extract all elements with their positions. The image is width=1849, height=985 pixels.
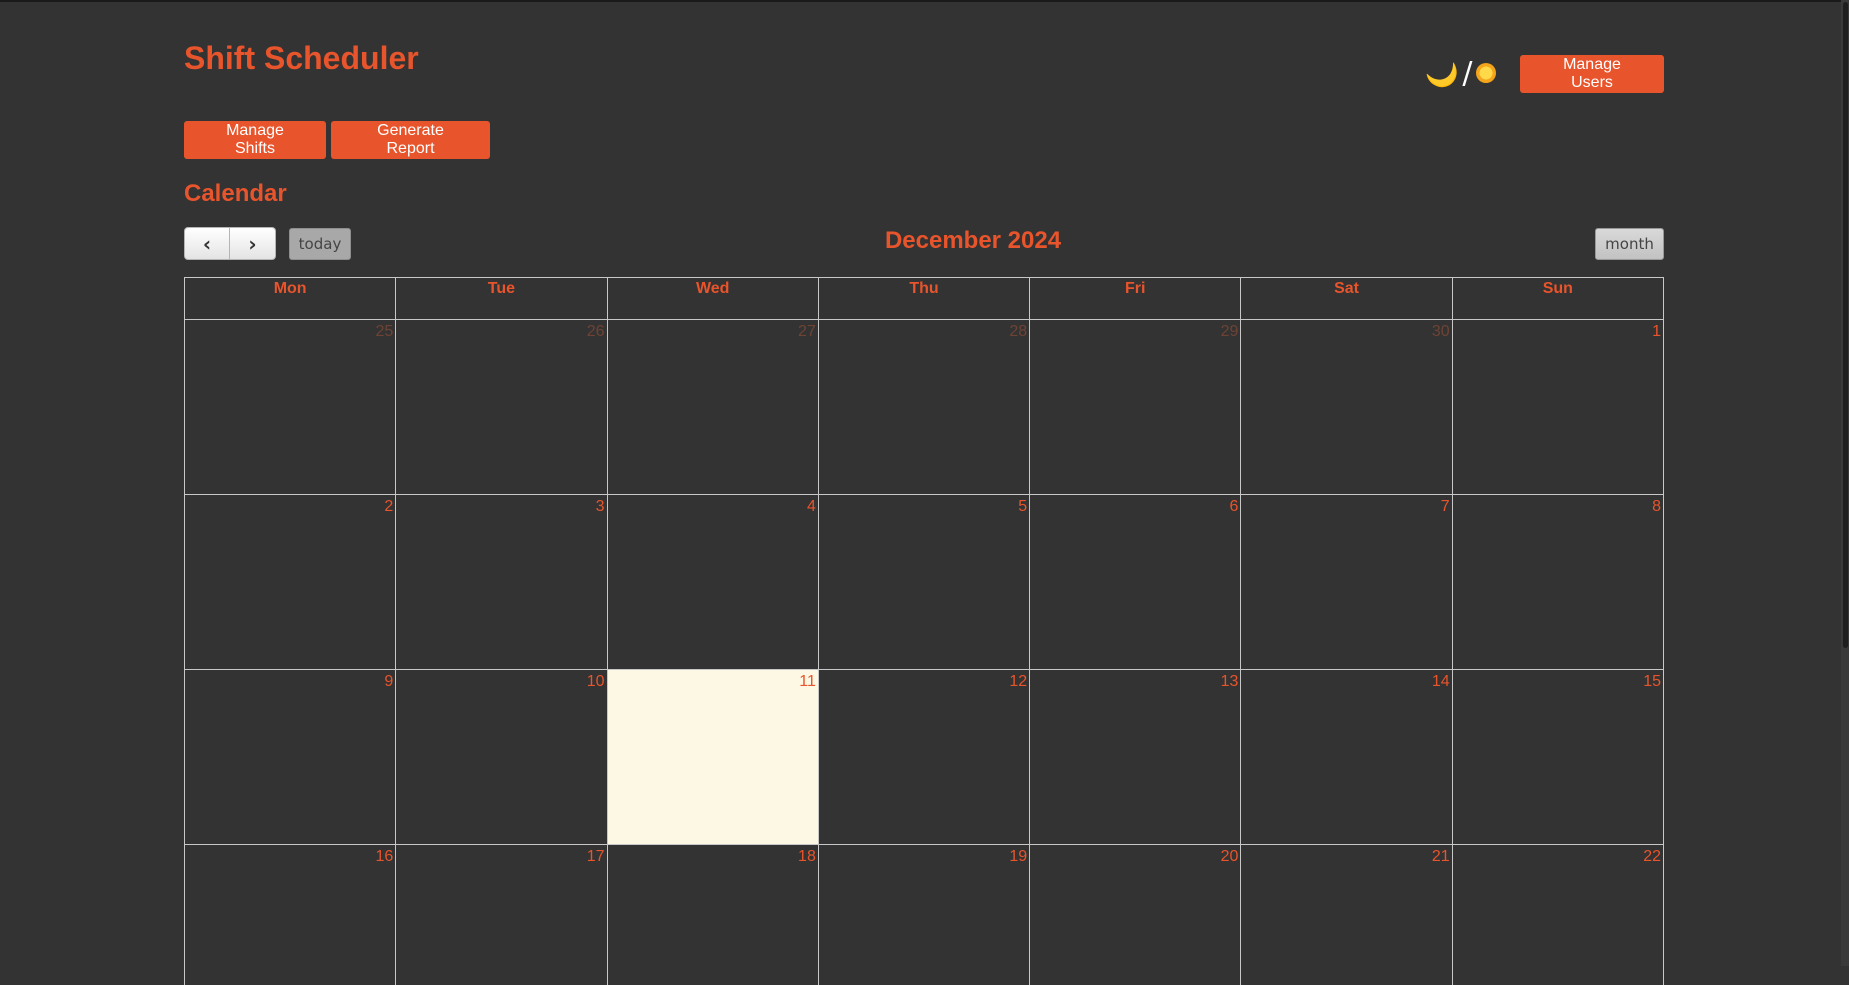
calendar-day-cell[interactable]: 30	[1240, 319, 1453, 495]
theme-toggle[interactable]: 🌙 /	[1422, 53, 1497, 92]
calendar-day-cell[interactable]: 15	[1451, 669, 1665, 845]
prev-month-button[interactable]: ‹	[184, 227, 230, 260]
calendar-day-cell[interactable]: 7	[1240, 494, 1453, 670]
calendar-day-cell[interactable]: 4	[606, 494, 819, 670]
sun-icon	[1476, 63, 1497, 83]
top-border	[0, 0, 1849, 2]
calendar-day-cell[interactable]: 13	[1029, 669, 1242, 845]
month-view-button[interactable]: month	[1595, 228, 1664, 260]
day-number: 26	[586, 323, 605, 340]
day-number: 7	[1440, 498, 1450, 515]
week-row: 9 10 11 12 13 14 15	[183, 669, 1665, 845]
calendar-nav-group: ‹ ›	[184, 227, 276, 260]
week-row: 25 26 27 28 29 30 1	[183, 319, 1665, 495]
day-number: 3	[595, 498, 605, 515]
weekday-header: Mon	[183, 277, 397, 320]
day-number: 22	[1643, 848, 1661, 865]
calendar-day-cell[interactable]: 29	[1029, 319, 1242, 495]
calendar-day-cell[interactable]: 9	[183, 669, 397, 845]
calendar-grid: Mon Tue Wed Thu Fri Sat Sun 25 26 27 28 …	[183, 277, 1665, 985]
theme-separator: /	[1462, 55, 1473, 91]
calendar-title: December 2024	[884, 227, 1062, 254]
calendar-day-cell[interactable]: 2	[183, 494, 397, 670]
calendar-day-cell[interactable]: 18	[606, 844, 819, 985]
weekday-header: Tue	[395, 277, 608, 320]
calendar-day-cell[interactable]: 8	[1451, 494, 1665, 670]
day-number: 13	[1220, 673, 1239, 690]
page-scrollbar[interactable]	[1841, 0, 1849, 966]
day-number: 2	[384, 498, 394, 515]
today-button[interactable]: today	[289, 228, 351, 260]
calendar-day-cell[interactable]: 21	[1240, 844, 1453, 985]
calendar-section-title: Calendar	[184, 180, 287, 207]
weekday-header: Wed	[606, 277, 819, 320]
generate-report-button[interactable]: Generate Report	[331, 121, 490, 159]
day-number: 29	[1220, 323, 1239, 340]
calendar-day-cell[interactable]: 17	[395, 844, 608, 985]
day-number: 6	[1229, 498, 1239, 515]
day-number: 10	[586, 673, 605, 690]
week-row: 16 17 18 19 20 21 22	[183, 844, 1665, 985]
day-number: 27	[798, 323, 816, 340]
day-number: 21	[1431, 848, 1450, 865]
day-number: 1	[1652, 323, 1661, 340]
weekday-header: Thu	[817, 277, 1031, 320]
day-number: 25	[375, 323, 394, 340]
calendar-day-cell[interactable]: 25	[183, 319, 397, 495]
moon-icon: 🌙	[1422, 52, 1463, 93]
calendar-day-cell[interactable]: 6	[1029, 494, 1242, 670]
day-number: 11	[799, 673, 816, 690]
scrollbar-thumb[interactable]	[1843, 2, 1848, 648]
day-number: 14	[1431, 673, 1450, 690]
calendar-day-cell-today[interactable]: 11	[606, 669, 819, 845]
calendar-day-cell[interactable]: 28	[817, 319, 1031, 495]
day-number: 5	[1018, 498, 1028, 515]
calendar-day-cell[interactable]: 10	[395, 669, 608, 845]
week-row: 2 3 4 5 6 7 8	[183, 494, 1665, 670]
day-number: 20	[1220, 848, 1239, 865]
day-number: 28	[1009, 323, 1028, 340]
chevron-right-icon: ›	[248, 231, 257, 256]
day-number: 16	[375, 848, 394, 865]
weekday-header: Sun	[1451, 277, 1665, 320]
day-number: 17	[586, 848, 605, 865]
calendar-day-cell[interactable]: 27	[606, 319, 819, 495]
day-number: 4	[806, 498, 816, 515]
app-title: Shift Scheduler	[184, 40, 419, 76]
calendar-day-cell[interactable]: 5	[817, 494, 1031, 670]
calendar-day-cell[interactable]: 26	[395, 319, 608, 495]
manage-users-button[interactable]: Manage Users	[1520, 55, 1664, 93]
day-number: 19	[1009, 848, 1028, 865]
calendar-day-cell[interactable]: 1	[1451, 319, 1665, 495]
day-number: 30	[1431, 323, 1450, 340]
day-number: 15	[1643, 673, 1661, 690]
chevron-left-icon: ‹	[202, 231, 212, 256]
weekday-header: Sat	[1240, 277, 1453, 320]
calendar-day-cell[interactable]: 19	[817, 844, 1031, 985]
day-number: 18	[798, 848, 816, 865]
weekday-header: Fri	[1029, 277, 1242, 320]
day-number: 12	[1009, 673, 1028, 690]
weekday-header-row: Mon Tue Wed Thu Fri Sat Sun	[183, 277, 1665, 320]
day-number: 8	[1652, 498, 1661, 515]
calendar-day-cell[interactable]: 3	[395, 494, 608, 670]
calendar-day-cell[interactable]: 14	[1240, 669, 1453, 845]
calendar-day-cell[interactable]: 16	[183, 844, 397, 985]
manage-shifts-button[interactable]: Manage Shifts	[184, 121, 326, 159]
calendar-day-cell[interactable]: 12	[817, 669, 1031, 845]
day-number: 9	[384, 673, 394, 690]
next-month-button[interactable]: ›	[230, 227, 276, 260]
calendar-day-cell[interactable]: 20	[1029, 844, 1242, 985]
calendar-day-cell[interactable]: 22	[1451, 844, 1665, 985]
